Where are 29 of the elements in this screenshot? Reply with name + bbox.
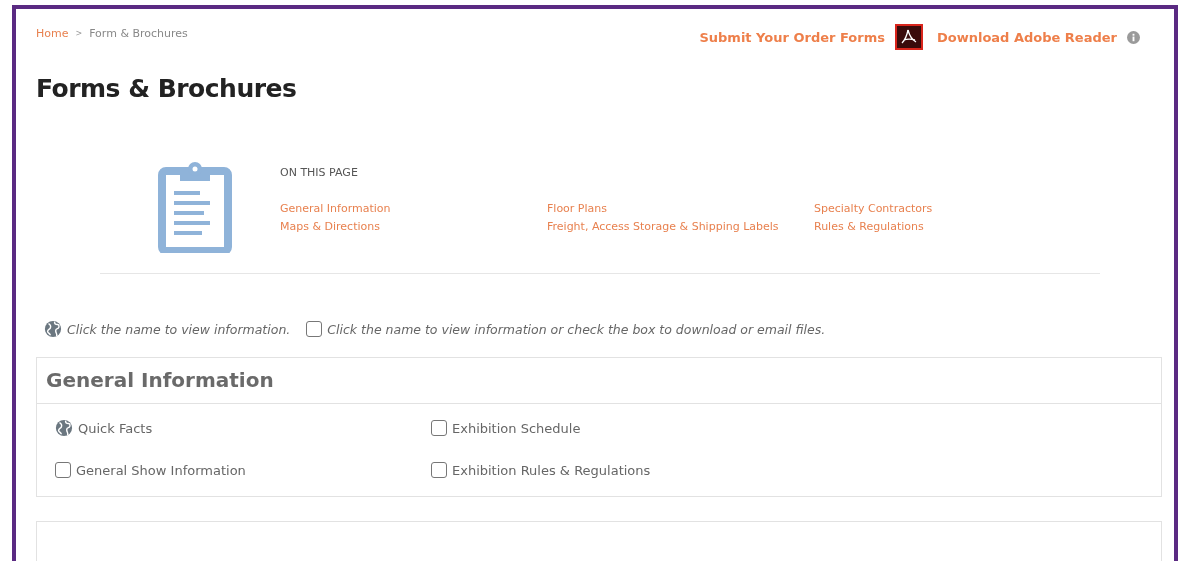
checkbox[interactable] bbox=[55, 462, 71, 478]
breadcrumb-separator: > bbox=[75, 29, 83, 38]
anchor-link[interactable]: Floor Plans bbox=[547, 202, 814, 215]
anchor-link[interactable]: Specialty Contractors bbox=[814, 202, 1081, 215]
anchor-link[interactable]: Freight, Access Storage & Shipping Labels bbox=[547, 220, 814, 233]
anchor-link[interactable]: Maps & Directions bbox=[280, 220, 547, 233]
breadcrumb-current: Form & Brochures bbox=[89, 27, 188, 40]
legend-text: Click the name to view information. bbox=[67, 321, 291, 337]
document-link[interactable]: General Show Information bbox=[76, 462, 246, 478]
submit-order-forms-link[interactable]: Submit Your Order Forms bbox=[699, 29, 885, 45]
download-adobe-reader-link[interactable]: Download Adobe Reader bbox=[936, 29, 1117, 45]
breadcrumb-link[interactable]: Home bbox=[36, 27, 69, 40]
legend-text: Click the name to view information or check the box to download or email files. bbox=[327, 321, 826, 337]
anchor-link[interactable]: General Information bbox=[280, 202, 547, 215]
anchor-link[interactable]: Rules & Regulations bbox=[814, 220, 1081, 233]
globe-icon bbox=[55, 419, 73, 437]
pdf-icon bbox=[894, 24, 923, 50]
checkbox[interactable] bbox=[431, 420, 447, 436]
document-link[interactable]: Exhibition Rules & Regulations bbox=[452, 462, 651, 478]
document-link[interactable]: Exhibition Schedule bbox=[452, 420, 581, 436]
clipboard-icon bbox=[158, 161, 232, 253]
globe-icon bbox=[44, 320, 62, 338]
page-title: Forms & Brochures bbox=[36, 74, 298, 103]
document-link[interactable]: Quick Facts bbox=[78, 420, 153, 436]
checkbox[interactable] bbox=[431, 462, 447, 478]
on-this-page-heading: ON THIS PAGE bbox=[280, 166, 359, 179]
info-icon[interactable] bbox=[1127, 30, 1140, 44]
section-title: General Information bbox=[37, 358, 1161, 404]
checkbox[interactable] bbox=[306, 321, 323, 337]
